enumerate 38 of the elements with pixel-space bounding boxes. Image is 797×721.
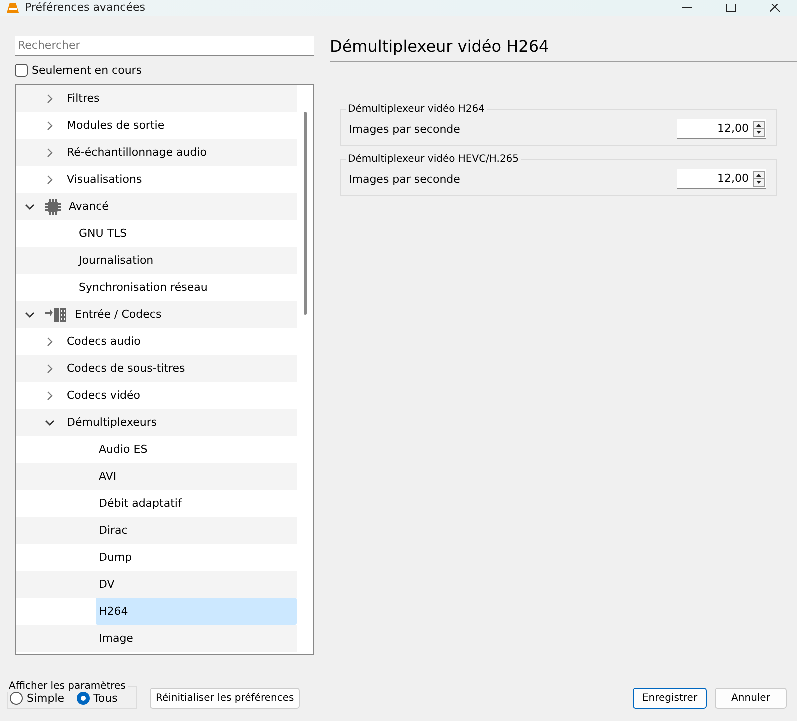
chip-icon <box>45 198 61 214</box>
spin-box[interactable]: 12,00 <box>677 119 766 139</box>
tree-item[interactable]: Modules de sortie <box>64 112 297 139</box>
maximize-icon <box>726 4 736 12</box>
radio-label: Simple <box>27 692 65 705</box>
cone-icon <box>7 3 19 13</box>
tree-item[interactable]: H264 <box>96 598 297 625</box>
minimize-icon <box>682 5 692 11</box>
tree-item[interactable]: GNU TLS <box>76 220 297 247</box>
tree-item[interactable]: Débit adaptatif <box>96 490 297 517</box>
scrollbar-thumb[interactable] <box>304 112 306 315</box>
input-codec-icon <box>45 306 67 322</box>
radio-button[interactable] <box>76 692 90 705</box>
cancel-button[interactable]: Annuler <box>715 688 787 709</box>
tree-item[interactable]: Audio ES <box>96 436 297 463</box>
spin-arrows-icon[interactable] <box>753 170 765 186</box>
save-button[interactable]: Enregistrer <box>633 688 707 709</box>
checkbox-label: Seulement en cours <box>32 64 142 76</box>
close-icon <box>770 4 780 12</box>
group-title: Afficher les paramètres <box>8 681 127 692</box>
radio-label: Tous <box>94 692 118 705</box>
tree-item[interactable]: Visualisations <box>64 166 297 193</box>
window-title: Préférences avancées <box>25 1 146 15</box>
field-label: Images par seconde <box>349 172 460 186</box>
group-title: Démultiplexeur vidéo H264 <box>347 104 486 115</box>
checkbox[interactable] <box>15 64 28 76</box>
field-label: Images par seconde <box>349 122 460 136</box>
tree-item[interactable]: Codecs audio <box>64 328 297 355</box>
spin-arrows-icon[interactable] <box>753 120 765 136</box>
radio-button[interactable] <box>10 692 23 705</box>
tree-item[interactable]: Dump <box>96 544 297 571</box>
tree-item[interactable]: Codecs vidéo <box>64 382 297 409</box>
group-title: Démultiplexeur vidéo HEVC/H.265 <box>347 154 520 165</box>
panel-title: Démultiplexeur vidéo H264 <box>330 36 550 58</box>
tree-item[interactable]: Synchronisation réseau <box>76 274 297 301</box>
spin-box[interactable]: 12,00 <box>677 169 766 189</box>
reset-button[interactable]: Réinitialiser les préférences <box>150 688 300 709</box>
search-field[interactable]: Rechercher <box>15 36 314 56</box>
